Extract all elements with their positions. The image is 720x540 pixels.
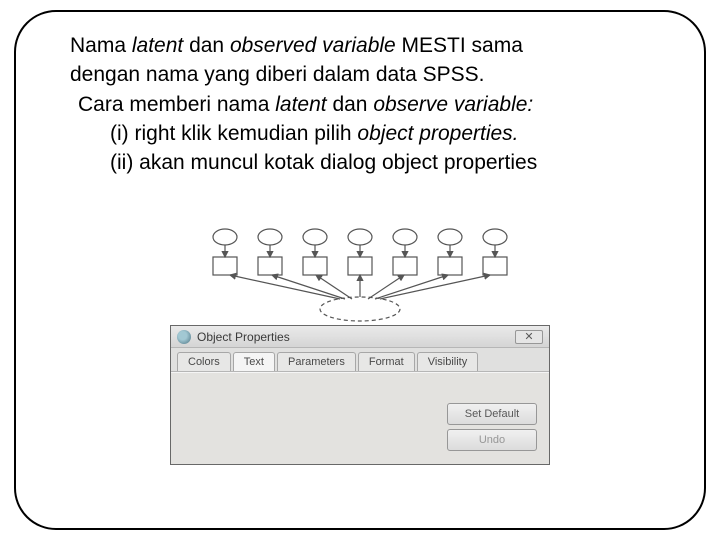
set-default-button[interactable]: Set Default	[447, 403, 537, 425]
tab-format[interactable]: Format	[358, 352, 415, 371]
dialog-body: Set Default Undo	[171, 372, 549, 464]
t1a: Nama	[70, 34, 132, 57]
t1b: latent	[132, 34, 183, 57]
app-icon	[177, 330, 191, 344]
t1e: MESTI sama	[396, 34, 523, 57]
object-properties-dialog: Object Properties ✕ Colors Text Paramete…	[170, 325, 550, 465]
tab-text[interactable]: Text	[233, 352, 275, 371]
t3a: Cara memberi nama	[78, 93, 275, 116]
diagram-area: Object Properties ✕ Colors Text Paramete…	[170, 225, 550, 465]
dialog-tabs: Colors Text Parameters Format Visibility	[171, 348, 549, 372]
tab-visibility[interactable]: Visibility	[417, 352, 479, 371]
dialog-title: Object Properties	[197, 330, 290, 344]
close-icon[interactable]: ✕	[515, 330, 543, 344]
t1c: dan	[183, 34, 230, 57]
tab-parameters[interactable]: Parameters	[277, 352, 356, 371]
t4b: object properties.	[357, 122, 518, 145]
slide-text: Nama latent dan observed variable MESTI …	[70, 32, 655, 178]
t2: dengan nama yang diberi dalam data SPSS.	[70, 61, 655, 88]
undo-button[interactable]: Undo	[447, 429, 537, 451]
tab-colors[interactable]: Colors	[177, 352, 231, 371]
t3b: latent	[275, 93, 326, 116]
t5: (ii) akan muncul kotak dialog object pro…	[110, 149, 655, 176]
t1d: observed variable	[230, 34, 396, 57]
sem-diagram	[170, 225, 550, 325]
t4a: (i) right klik kemudian pilih	[110, 122, 357, 145]
dialog-titlebar: Object Properties ✕	[171, 326, 549, 348]
t3d: observe variable:	[373, 93, 533, 116]
t3c: dan	[327, 93, 374, 116]
